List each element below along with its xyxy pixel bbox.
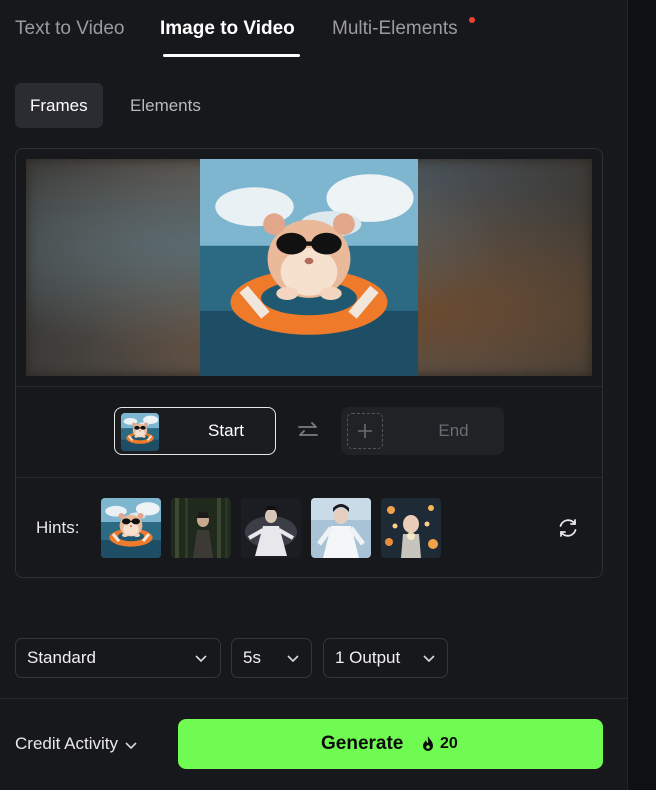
chevron-down-icon (287, 655, 299, 663)
tab-multi-elements[interactable]: Multi-Elements (332, 18, 458, 40)
duration-select[interactable]: 5s (231, 638, 312, 678)
start-frame-label: Start (208, 421, 244, 440)
subtab-frames[interactable]: Frames (15, 83, 103, 128)
hint-thumbnail-hamster[interactable] (101, 498, 161, 558)
footer-divider (0, 698, 627, 699)
credit-activity-dropdown[interactable]: Credit Activity (15, 734, 138, 754)
generate-label: Generate (321, 733, 404, 754)
add-end-frame[interactable] (347, 413, 383, 449)
output-count-value: 1 Output (335, 648, 401, 667)
divider (16, 386, 602, 387)
swap-arrows-icon[interactable] (296, 419, 320, 443)
hint-thumbnail-forest-warrior[interactable] (171, 498, 231, 558)
chevron-down-icon (195, 655, 207, 663)
duration-value: 5s (243, 648, 261, 667)
credit-activity-label: Credit Activity (15, 734, 118, 753)
start-frame-button[interactable]: Start (114, 407, 276, 455)
hint-thumbnail-white-robed-figure[interactable] (311, 498, 371, 558)
flame-icon (423, 736, 433, 751)
hint-thumbnail-white-warrior[interactable] (241, 498, 301, 558)
active-tab-indicator (163, 54, 300, 57)
hint-thumbnail-flower-lights-girl[interactable] (381, 498, 441, 558)
image-to-video-panel: Text to Video Image to Video Multi-Eleme… (0, 0, 627, 790)
generate-button[interactable]: Generate 20 (178, 719, 603, 769)
right-panel-edge (627, 0, 656, 790)
chevron-down-icon (125, 741, 137, 749)
hints-label: Hints: (36, 518, 80, 537)
credit-cost: 20 (440, 735, 458, 752)
frames-card: Start End Hints: (15, 148, 603, 578)
preview-image (200, 159, 418, 376)
plus-icon (358, 424, 372, 438)
quality-select[interactable]: Standard (15, 638, 221, 678)
refresh-icon[interactable] (556, 516, 580, 540)
notification-dot (469, 17, 475, 23)
tab-text-to-video[interactable]: Text to Video (15, 18, 125, 40)
end-frame-button[interactable]: End (341, 407, 504, 455)
subtab-elements[interactable]: Elements (115, 83, 216, 128)
tab-image-to-video[interactable]: Image to Video (160, 18, 295, 40)
end-frame-label: End (438, 421, 469, 440)
image-preview (26, 159, 592, 376)
chevron-down-icon (423, 655, 435, 663)
quality-value: Standard (27, 648, 96, 667)
divider (16, 477, 602, 478)
output-count-select[interactable]: 1 Output (323, 638, 448, 678)
start-frame-thumbnail (121, 413, 159, 451)
